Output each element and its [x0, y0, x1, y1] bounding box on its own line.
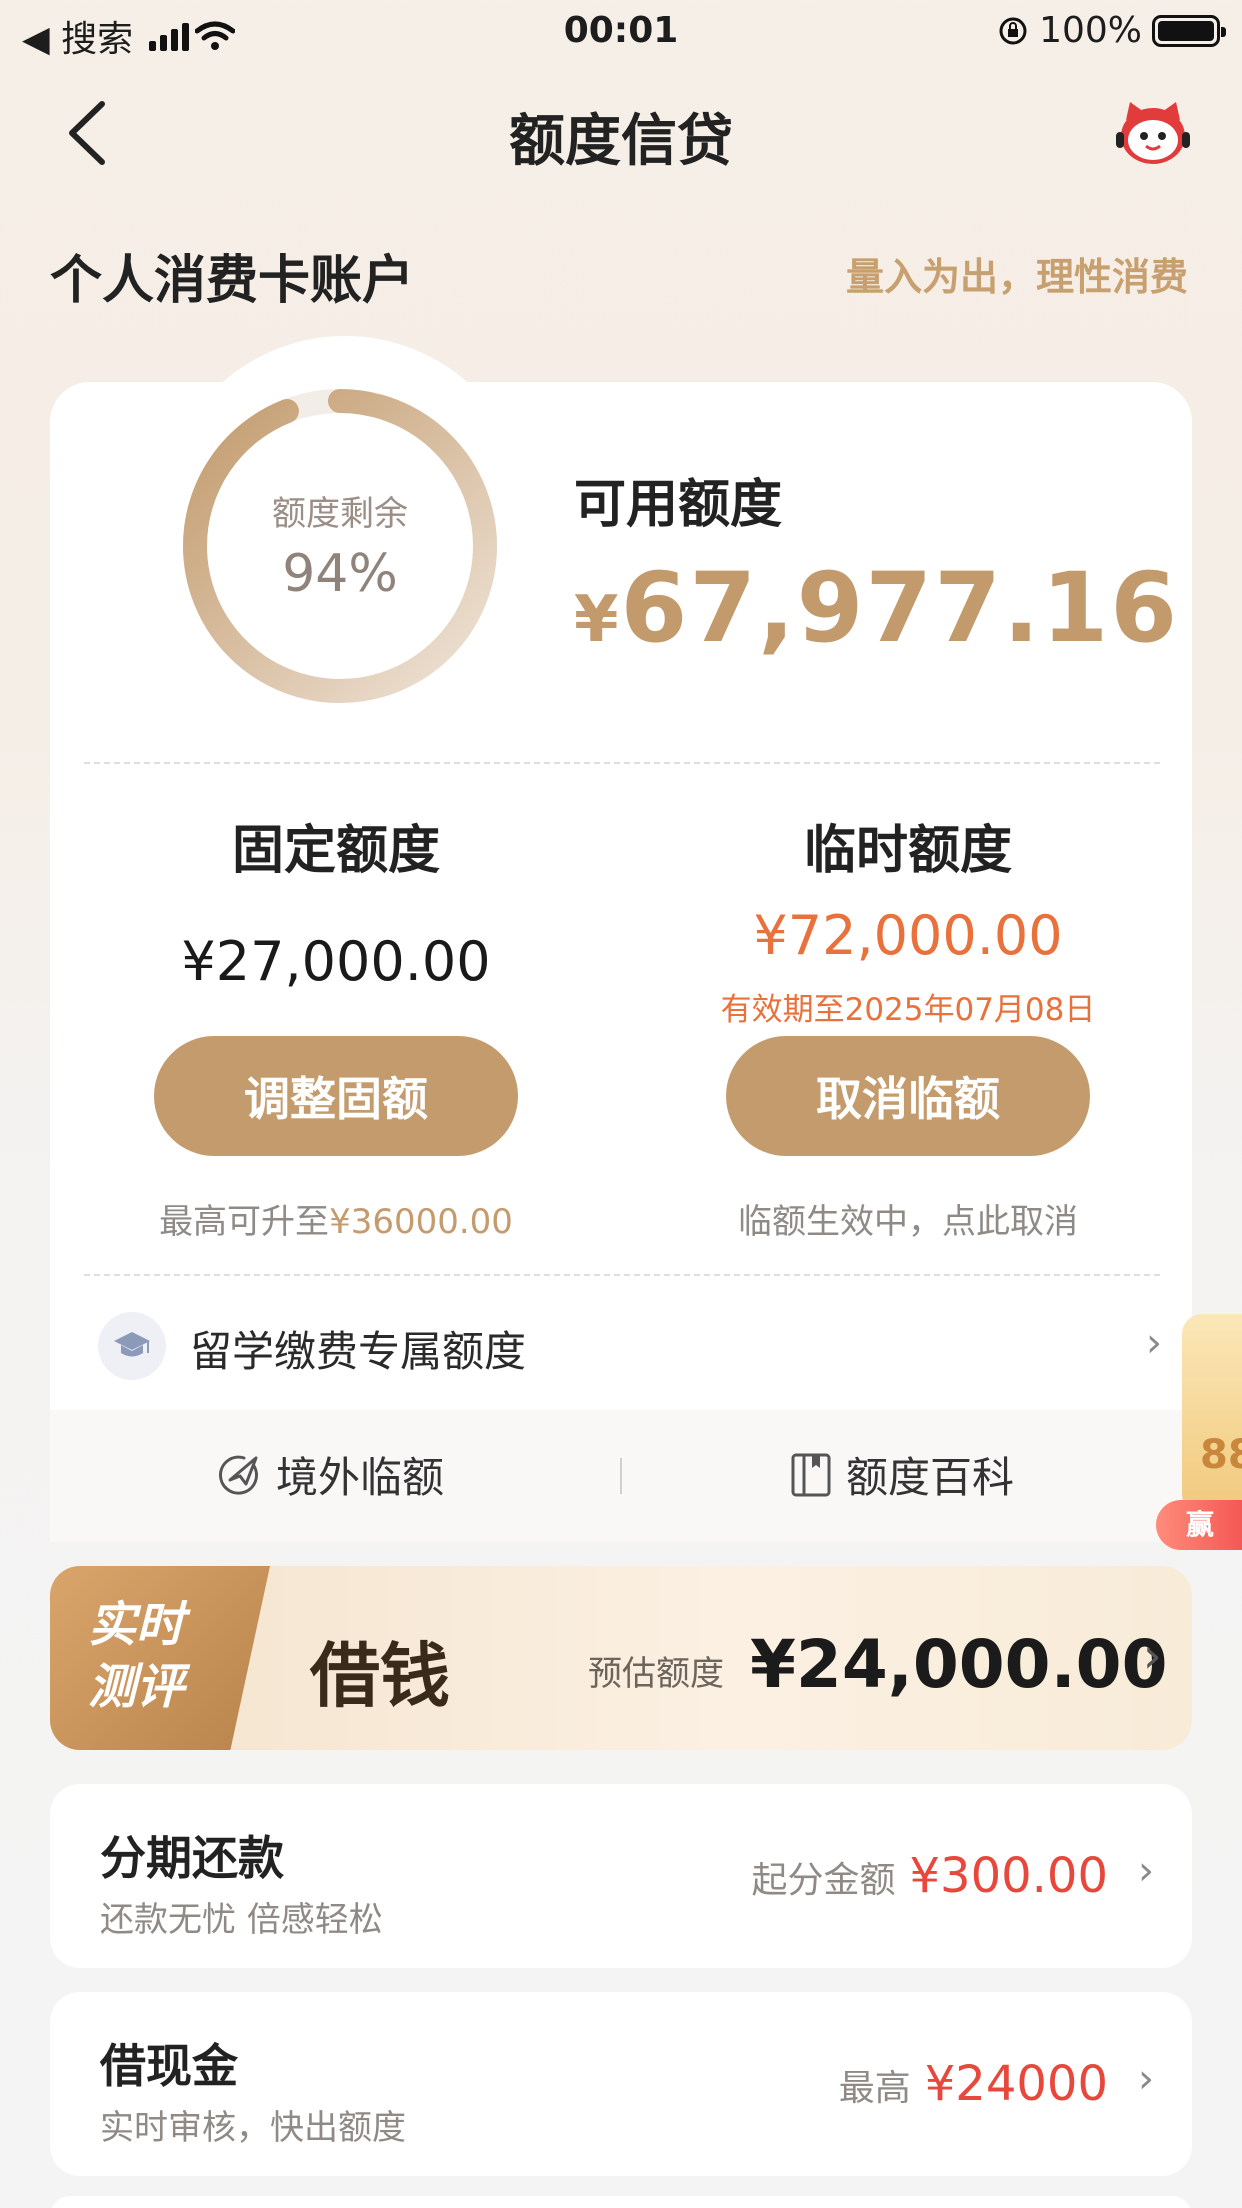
- estimate-amount: ¥24,000.00: [750, 1626, 1168, 1703]
- available-credit-amount: ¥67,977.16: [574, 552, 1179, 664]
- ring-percent: 94%: [282, 544, 398, 604]
- cancel-temporary-credit-button[interactable]: 取消临额: [726, 1036, 1090, 1156]
- tag-line-1: 实时: [88, 1597, 185, 1653]
- battery-percent: 100%: [1039, 10, 1142, 51]
- encyclopedia-label: 额度百科: [846, 1453, 1015, 1502]
- tag-line-2: 测评: [88, 1659, 185, 1715]
- chevron-right-icon: ›: [1146, 1320, 1162, 1366]
- borrow-banner[interactable]: 实时 测评 借钱 预估额度 ¥24,000.00 ›: [50, 1566, 1192, 1750]
- fixed-credit-hint[interactable]: 最高可升至¥36000.00: [76, 1194, 596, 1243]
- promo-envelope: [1182, 1314, 1242, 1514]
- graduation-cap-icon: [98, 1312, 166, 1380]
- slogan: 量入为出，理性消费: [845, 255, 1188, 299]
- cash-subtitle: 实时审核，快出额度: [100, 2108, 406, 2148]
- chevron-right-icon: ›: [1138, 2056, 1154, 2102]
- temporary-credit-title: 临时额度: [803, 821, 1012, 881]
- installment-minimum: 起分金额 ¥300.00: [751, 1848, 1108, 1904]
- overseas-temporary-credit-link[interactable]: 境外临额: [216, 1444, 444, 1505]
- divider: [84, 1274, 1160, 1276]
- ring-label: 额度剩余: [272, 494, 408, 534]
- estimate-label: 预估额度: [588, 1654, 724, 1694]
- cash-maximum: 最高 ¥24000: [839, 2056, 1108, 2112]
- orientation-lock-icon: [999, 17, 1027, 44]
- study-abroad-credit-row[interactable]: 留学缴费专属额度 ›: [50, 1290, 1192, 1400]
- installment-card[interactable]: 分期还款 还款无忧 倍感轻松 起分金额 ¥300.00 ›: [50, 1784, 1192, 1968]
- chevron-right-icon: ›: [1138, 1848, 1154, 1894]
- available-credit-label: 可用额度: [574, 475, 783, 535]
- cash-max-value: ¥24000: [924, 2056, 1108, 2112]
- installment-title: 分期还款: [100, 1831, 284, 1885]
- fixed-credit-amount: ¥27,000.00: [181, 930, 491, 993]
- plane-circle-icon: [219, 1455, 258, 1495]
- fixed-credit-title: 固定额度: [231, 821, 440, 881]
- promo-number: 88: [1200, 1432, 1242, 1478]
- fixed-hint-prefix: 最高可升至: [159, 1202, 330, 1242]
- footer-separator: [620, 1458, 622, 1494]
- borrow-title: 借钱: [310, 1634, 450, 1717]
- battery-icon: [1152, 14, 1226, 47]
- cash-title: 借现金: [100, 2039, 238, 2093]
- divider: [84, 762, 1160, 764]
- cash-loan-card[interactable]: 借现金 实时审核，快出额度 最高 ¥24000 ›: [50, 1992, 1192, 2176]
- fixed-hint-max: ¥36000.00: [329, 1202, 513, 1242]
- floating-promo[interactable]: 88 赢: [1156, 1314, 1242, 1550]
- available-currency: ¥: [574, 583, 621, 657]
- overseas-label: 境外临额: [276, 1453, 445, 1502]
- book-icon: [791, 1453, 831, 1496]
- temporary-credit-amount: ¥72,000.00: [753, 904, 1063, 967]
- next-card-edge: [50, 2196, 1192, 2208]
- available-value: 67,977.16: [620, 552, 1180, 664]
- account-title: 个人消费卡账户: [50, 251, 415, 311]
- temporary-credit-validity: 有效期至2025年07月08日: [720, 992, 1096, 1028]
- credit-encyclopedia-link[interactable]: 额度百科: [790, 1444, 1014, 1505]
- chevron-right-icon: ›: [1142, 1628, 1162, 1684]
- realtime-assessment-text: 实时 测评: [88, 1594, 238, 1718]
- installment-subtitle: 还款无忧 倍感轻松: [100, 1900, 383, 1940]
- status-bar: ◀ 搜索 00:01 100%: [0, 0, 1242, 62]
- temporary-credit-hint[interactable]: 临额生效中，点此取消: [648, 1194, 1168, 1243]
- page-title: 额度信贷: [509, 109, 733, 174]
- adjust-fixed-credit-button[interactable]: 调整固额: [154, 1036, 518, 1156]
- promo-badge: 赢: [1156, 1500, 1242, 1550]
- installment-min-label: 起分金额: [751, 1860, 896, 1901]
- customer-service-mascot-icon[interactable]: [1114, 98, 1192, 170]
- cash-max-label: 最高: [838, 2068, 911, 2109]
- study-abroad-label: 留学缴费专属额度: [190, 1327, 527, 1376]
- installment-min-value: ¥300.00: [909, 1848, 1109, 1904]
- status-right: 100%: [997, 10, 1226, 51]
